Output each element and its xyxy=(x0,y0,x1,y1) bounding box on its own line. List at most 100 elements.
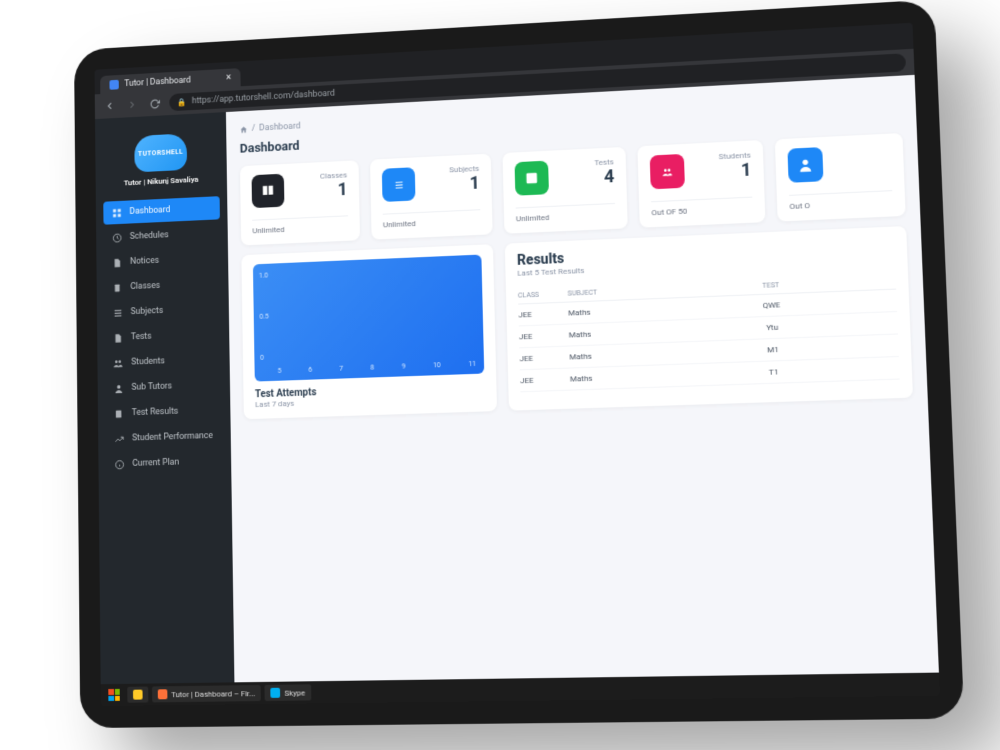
stat-footer: Unlimited xyxy=(252,215,348,235)
file-icon xyxy=(111,257,122,269)
doc-icon xyxy=(112,332,123,344)
sidebar-item-dashboard[interactable]: Dashboard xyxy=(103,196,220,225)
y-tick: 1.0 xyxy=(259,272,268,280)
cell-class: JEE xyxy=(518,309,568,320)
sidebar-item-label: Tests xyxy=(131,332,152,342)
brand-logo: TUTORSHELL xyxy=(134,133,187,172)
sidebar-item-label: Students xyxy=(131,356,165,367)
sidebar-item-subjects[interactable]: Subjects xyxy=(104,297,221,325)
skype-icon xyxy=(271,688,281,698)
sidebar-item-notices[interactable]: Notices xyxy=(104,246,221,274)
growth-icon xyxy=(113,433,124,445)
svg-text:?: ? xyxy=(530,174,534,183)
chart-x-axis: 567891011 xyxy=(278,360,477,375)
folder-icon xyxy=(133,690,143,700)
clock-icon xyxy=(111,232,122,244)
stat-value: 4 xyxy=(594,166,614,188)
breadcrumb-sep: / xyxy=(252,124,256,134)
sidebar-item-label: Dashboard xyxy=(129,205,170,217)
result-icon xyxy=(113,408,124,420)
lock-icon: 🔒 xyxy=(177,97,186,106)
users-icon xyxy=(650,154,685,189)
x-tick: 7 xyxy=(339,365,343,373)
stat-card-tests: ?Tests4Unlimited xyxy=(502,147,627,234)
home-icon[interactable] xyxy=(239,125,248,134)
cell-class: JEE xyxy=(519,353,569,364)
chart-y-axis: 1.0 0.5 0 xyxy=(259,272,270,362)
taskbar-label: Tutor | Dashboard – Fir... xyxy=(171,689,255,699)
y-tick: 0 xyxy=(260,354,269,362)
cell-subject: Maths xyxy=(569,350,650,362)
taskbar-label: Skype xyxy=(284,688,305,697)
x-tick: 10 xyxy=(433,361,441,369)
stat-card-students: Students1Out OF 50 xyxy=(637,140,765,228)
stat-value: 1 xyxy=(449,173,480,195)
taskbar-app-tutor[interactable]: Tutor | Dashboard – Fir... xyxy=(152,685,261,702)
stat-card-classes: Classes1Unlimited xyxy=(240,160,360,245)
tab-favicon xyxy=(109,79,118,89)
sidebar-item-tests[interactable]: Tests xyxy=(105,322,222,350)
breadcrumb-page[interactable]: Dashboard xyxy=(259,122,301,134)
cell-test: Ytu xyxy=(649,318,898,336)
cell-subject: Maths xyxy=(568,305,648,317)
sidebar-item-sub-tutors[interactable]: Sub Tutors xyxy=(105,373,222,400)
x-tick: 8 xyxy=(370,364,374,372)
sidebar-item-test-results[interactable]: Test Results xyxy=(105,398,223,425)
start-button[interactable] xyxy=(104,687,123,703)
sidebar-item-label: Schedules xyxy=(130,230,169,241)
y-tick: 0.5 xyxy=(259,313,268,321)
stat-value: 1 xyxy=(320,179,347,201)
tab-title: Tutor | Dashboard xyxy=(124,75,191,88)
sidebar-header: TUTORSHELL Tutor | Nikunj Savaliya xyxy=(95,124,227,203)
taskbar-app-skype[interactable]: Skype xyxy=(265,684,311,701)
cell-class: JEE xyxy=(519,331,569,342)
sidebar-item-students[interactable]: Students xyxy=(105,348,222,376)
col-subject-header: SUBJECT xyxy=(567,286,647,297)
sidebar-item-label: Subjects xyxy=(131,306,164,317)
test-attempts-chart: 1.00.50 567891011 xyxy=(253,255,484,382)
sidebar-item-label: Student Performance xyxy=(132,431,213,443)
second-row: 1.00.50 567891011 Test Attempts Last 7 d… xyxy=(241,226,913,419)
test-attempts-card: 1.00.50 567891011 Test Attempts Last 7 d… xyxy=(241,244,497,419)
list-icon xyxy=(112,307,123,319)
grid-icon xyxy=(111,207,122,219)
cell-class: JEE xyxy=(520,375,570,386)
folder-button[interactable] xyxy=(127,687,148,703)
sidebar-item-label: Classes xyxy=(130,281,160,292)
sidebar-item-label: Test Results xyxy=(132,407,179,418)
sidebar-item-classes[interactable]: Classes xyxy=(104,272,221,300)
sidebar: TUTORSHELL Tutor | Nikunj Savaliya Dashb… xyxy=(95,112,234,684)
cell-test: T1 xyxy=(650,363,899,381)
x-tick: 11 xyxy=(468,360,476,368)
windows-logo-icon xyxy=(108,689,120,701)
stat-footer: Out OF 50 xyxy=(651,197,753,218)
results-card: Results Last 5 Test Results CLASS SUBJEC… xyxy=(505,226,913,411)
stat-footer: Unlimited xyxy=(383,209,481,229)
stat-value: 1 xyxy=(719,160,752,183)
question-icon: ? xyxy=(515,161,549,196)
sidebar-nav: Dashboard Schedules Notices Classes Subjects… xyxy=(96,196,231,477)
list-icon xyxy=(382,167,416,202)
x-tick: 9 xyxy=(402,362,406,370)
stat-card-subjects: Subjects1Unlimited xyxy=(370,154,493,240)
url-text: https://app.tutorshell.com/dashboard xyxy=(192,89,335,106)
back-button[interactable] xyxy=(102,98,117,114)
clipboard-icon xyxy=(112,282,123,294)
sidebar-item-label: Notices xyxy=(130,256,159,267)
reload-button[interactable] xyxy=(147,95,162,111)
sidebar-item-student-performance[interactable]: Student Performance xyxy=(106,424,224,451)
info-icon xyxy=(113,458,124,470)
results-table: CLASS SUBJECT TEST JEEMathsQWEJEEMathsYt… xyxy=(518,272,900,392)
cell-test: QWE xyxy=(648,296,897,315)
forward-button[interactable] xyxy=(125,97,140,113)
close-icon[interactable]: × xyxy=(226,72,231,83)
sidebar-item-schedules[interactable]: Schedules xyxy=(104,221,221,249)
sidebar-item-label: Sub Tutors xyxy=(131,382,172,393)
users-icon xyxy=(112,357,123,369)
user-icon xyxy=(113,382,124,394)
book-icon xyxy=(252,174,285,208)
person-icon xyxy=(787,147,823,183)
sidebar-item-current-plan[interactable]: Current Plan xyxy=(106,449,224,476)
cell-subject: Maths xyxy=(570,372,651,384)
sidebar-item-label: Current Plan xyxy=(132,458,179,469)
